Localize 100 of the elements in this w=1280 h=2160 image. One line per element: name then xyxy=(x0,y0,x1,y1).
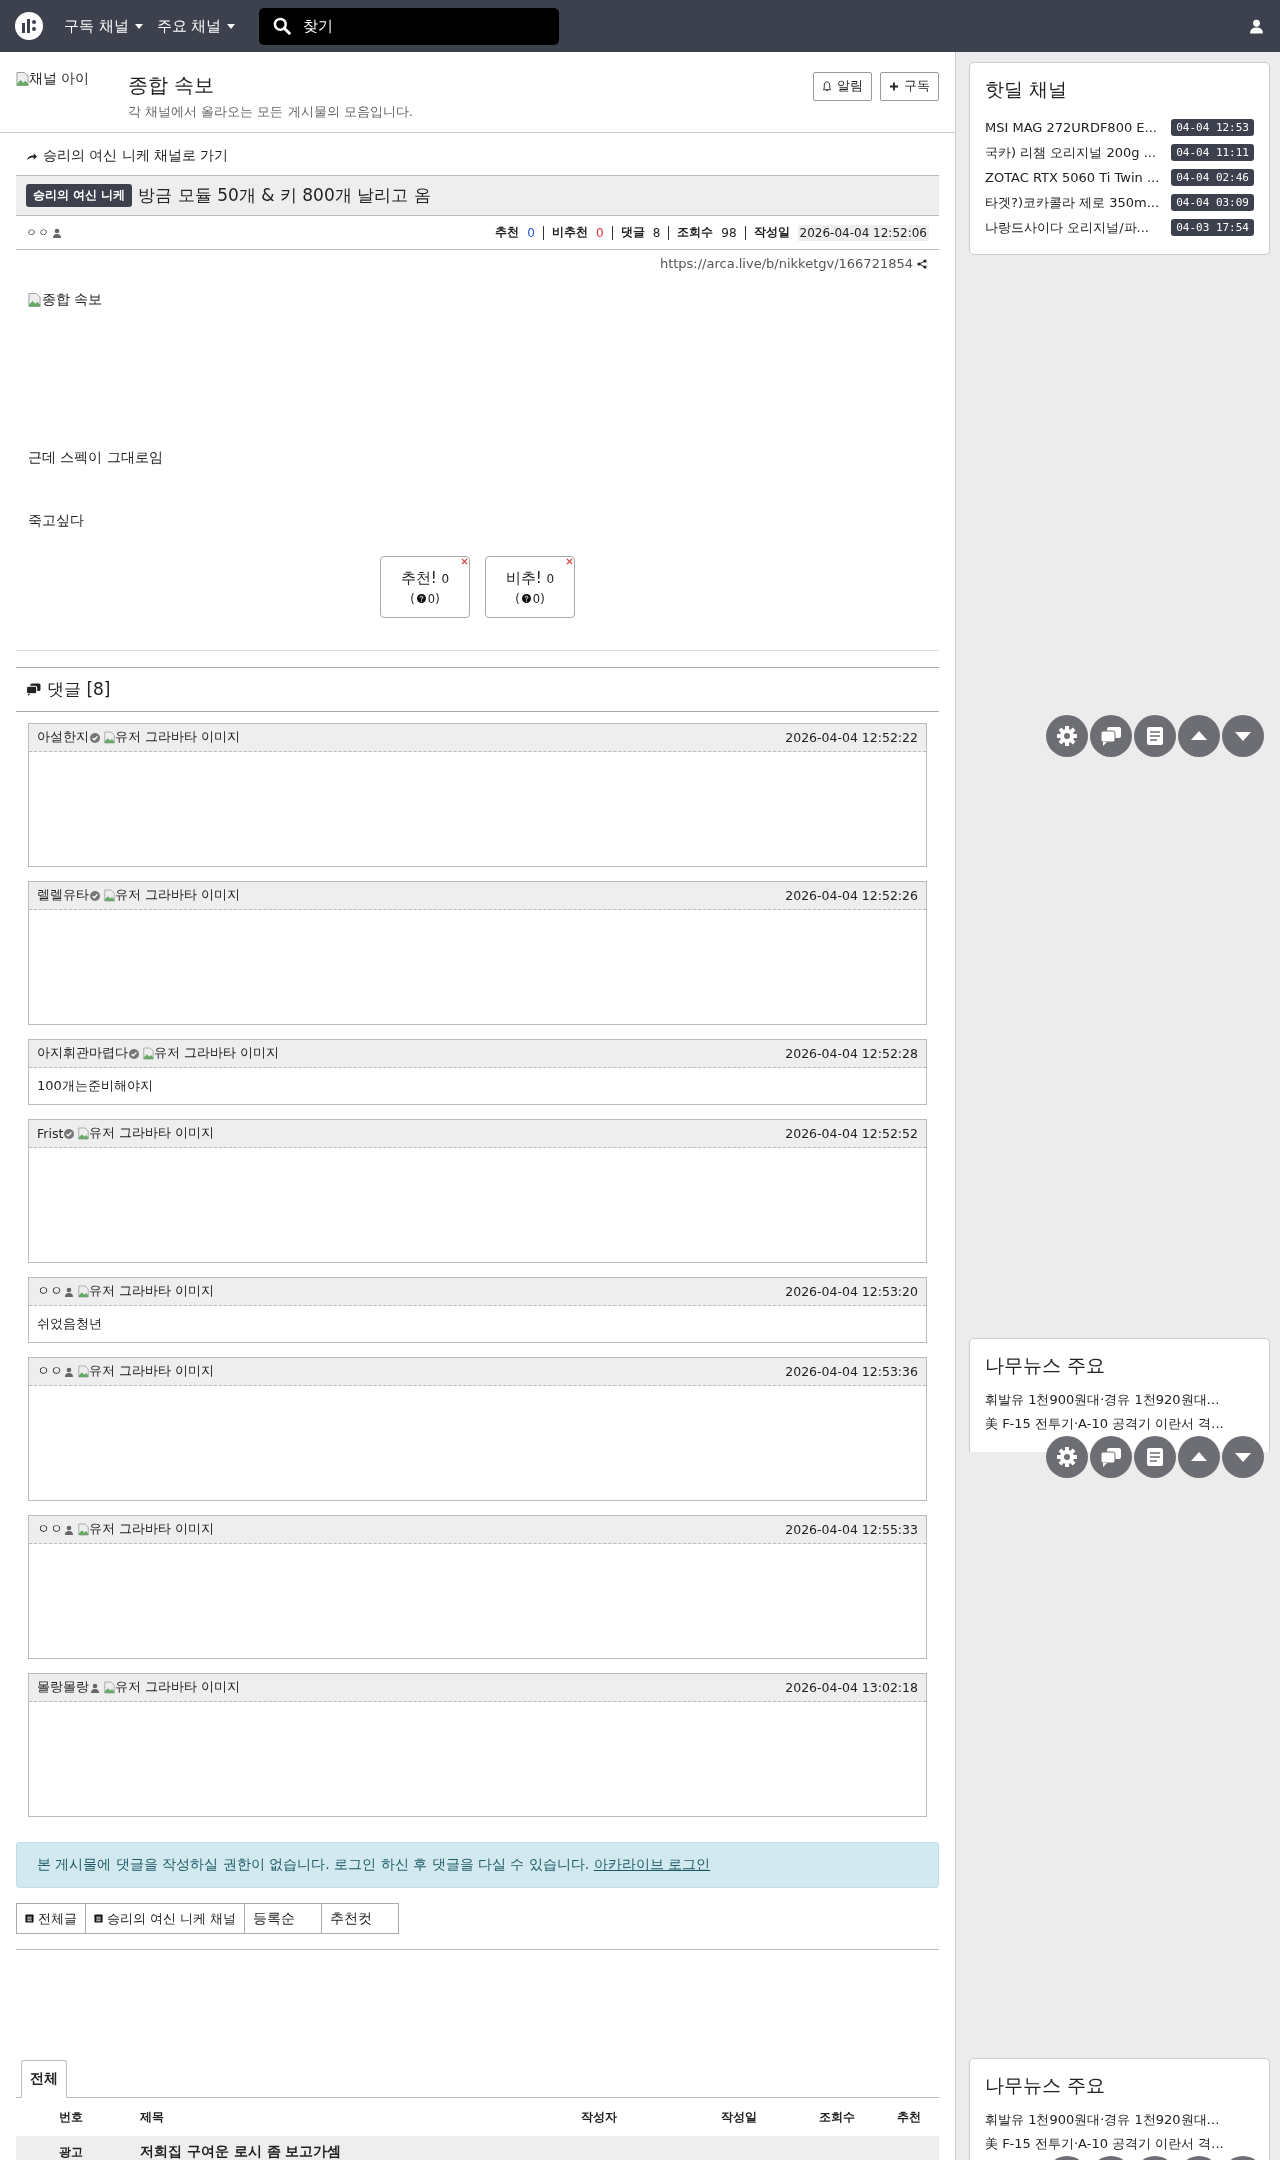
comment-time: 2026-04-04 12:52:28 xyxy=(785,1046,918,1061)
logo-icon[interactable] xyxy=(14,11,44,41)
post-author[interactable]: ㅇㅇ xyxy=(26,225,50,240)
time-badge: 04-04 11:11 xyxy=(1171,144,1254,161)
comment-author[interactable]: ㅇㅇ xyxy=(37,1521,63,1538)
image-alt-text: 종합 속보 xyxy=(42,291,103,309)
time-badge: 04-03 17:54 xyxy=(1171,219,1254,236)
comment-author[interactable]: ㅇㅇ xyxy=(37,1283,63,1300)
channel-title: 종합 속보 xyxy=(128,72,216,99)
post-paragraph: 근데 스펙이 그대로임 xyxy=(28,449,164,467)
column-header: 제목 xyxy=(139,2108,165,2126)
column-header: 작성일 xyxy=(720,2108,758,2126)
plus-icon xyxy=(889,81,899,92)
broken-image-icon xyxy=(104,731,115,744)
scroll-down-icon[interactable] xyxy=(1222,715,1264,757)
time-badge: 04-04 12:53 xyxy=(1171,119,1254,136)
widget-title: 핫딜 채널 xyxy=(985,77,1069,102)
stat-label: 추천 xyxy=(495,224,520,241)
scroll-up-icon[interactable] xyxy=(1178,715,1220,757)
stat-value: 0 xyxy=(527,225,535,240)
table-cell-text: 광고 xyxy=(58,2143,84,2160)
avatar-alt-text: 유저 그라바타 이미지 xyxy=(89,1283,214,1300)
widget-title: 나무뉴스 주요 xyxy=(985,2073,1107,2098)
comments-icon[interactable] xyxy=(1090,1436,1132,1478)
post-url[interactable]: https://arca.live/b/nikketgv/166721854 xyxy=(659,256,913,271)
comment-author[interactable]: 몰랑몰랑 xyxy=(37,1679,89,1696)
question-icon xyxy=(521,594,531,603)
table-row[interactable]: 광고 저희집 구여운 로시 좀 보고가셈 xyxy=(16,2136,939,2160)
alert-button[interactable]: 알림 xyxy=(813,72,872,101)
person-icon xyxy=(64,1286,74,1297)
comment-time: 2026-04-04 13:02:18 xyxy=(785,1680,918,1695)
deal-link[interactable]: 타겟?)코카콜라 제로 350m... xyxy=(985,193,1160,212)
search-input[interactable]: 찾기 xyxy=(301,17,526,35)
widget-title: 나무뉴스 주요 xyxy=(985,1353,1107,1378)
avatar-alt-text: 유저 그라바타 이미지 xyxy=(89,1363,214,1380)
list-icon[interactable] xyxy=(1134,715,1176,757)
comment-author[interactable]: 아지휘관마렵다 xyxy=(37,1045,128,1062)
nav-menu[interactable]: 구독 채널 xyxy=(64,16,143,36)
comment-time: 2026-04-04 12:53:20 xyxy=(785,1284,918,1299)
user-icon[interactable] xyxy=(1249,18,1264,34)
channel-description: 각 채널에서 올라오는 모든 게시물의 모음입니다. xyxy=(128,103,414,121)
close-icon[interactable] xyxy=(566,558,573,565)
avatar-alt-text: 유저 그라바타 이미지 xyxy=(89,1125,215,1142)
stat-value: 8 xyxy=(652,225,661,240)
subscribe-button[interactable]: 구독 xyxy=(880,72,939,101)
column-header: 조회수 xyxy=(817,2108,856,2126)
news-link[interactable]: 휘발유 1천900원대·경유 1천920원대… xyxy=(985,1391,1254,1415)
avatar-alt-text: 유저 그라바타 이미지 xyxy=(115,887,240,904)
settings-icon[interactable] xyxy=(1046,1436,1088,1478)
scroll-up-icon[interactable] xyxy=(1178,1436,1220,1478)
list-tab[interactable]: 전체글 xyxy=(16,1903,86,1934)
comment-author[interactable]: 렐렐유타 xyxy=(37,887,89,904)
document-icon xyxy=(94,1914,103,1923)
comments-title: 댓글 [8] xyxy=(47,678,111,701)
list-tab[interactable]: 등록순 xyxy=(244,1903,323,1934)
login-notice: 본 게시물에 댓글을 작성하실 권한이 없습니다. 로그인 하신 후 댓글을 다실 수 있습니다. 아카라이브 로그인 xyxy=(16,1842,939,1888)
close-icon[interactable] xyxy=(461,558,468,565)
comment-author[interactable]: ㅇㅇ xyxy=(37,1363,63,1380)
comment-time: 2026-04-04 12:53:36 xyxy=(785,1364,918,1379)
deal-link[interactable]: 나랑드사이다 오리지널/파... xyxy=(985,218,1149,237)
comment-time: 2026-04-04 12:52:26 xyxy=(785,888,918,903)
channel-link[interactable]: 승리의 여신 니케 채널로 가기 xyxy=(16,133,239,175)
scroll-down-icon[interactable] xyxy=(1222,1436,1264,1478)
login-link[interactable]: 아카라이브 로그인 xyxy=(593,1856,711,1872)
broken-image-icon xyxy=(143,1047,154,1060)
comment-author[interactable]: 아설한지 xyxy=(37,729,89,746)
comments-icon[interactable] xyxy=(1090,715,1132,757)
deal-link[interactable]: ZOTAC RTX 5060 Ti Twin ... xyxy=(985,170,1160,185)
comment-text: 100개는준비해야지 xyxy=(37,1077,153,1095)
column-header: 작성자 xyxy=(580,2108,618,2126)
news-link[interactable]: 휘발유 1천900원대·경유 1천920원대… xyxy=(985,2111,1254,2135)
upvote-button[interactable]: 추천! 0 ( 0) xyxy=(380,556,470,618)
post-link[interactable]: 저희집 구여운 로시 좀 보고가셈 xyxy=(126,2143,514,2160)
stat-label: 댓글 xyxy=(620,224,645,241)
search-field[interactable]: 찾기 xyxy=(259,7,560,45)
broken-image-icon xyxy=(28,292,41,308)
downvote-button[interactable]: 비추! 0 ( 0) xyxy=(485,556,575,618)
deal-link[interactable]: 국카) 리챔 오리지널 200g ... xyxy=(985,143,1157,162)
news-link[interactable]: 美 F-15 전투기·A-10 공격기 이란서 격... xyxy=(985,1415,1254,1439)
comment-time: 2026-04-04 12:52:52 xyxy=(785,1126,918,1141)
check-badge-icon xyxy=(129,1048,139,1059)
bell-icon xyxy=(822,81,832,92)
broken-image-icon xyxy=(78,1365,89,1378)
list-tab[interactable]: 추천컷 xyxy=(321,1903,400,1934)
stat-value: 2026-04-04 12:52:06 xyxy=(797,224,929,241)
board-tab[interactable]: 전체 xyxy=(21,2060,67,2098)
nav-menu[interactable]: 주요 채널 xyxy=(156,16,236,36)
comment-author[interactable]: Frist xyxy=(37,1126,64,1141)
category-badge[interactable]: 승리의 여신 니케 xyxy=(26,184,133,207)
stat-value: 0 xyxy=(596,225,604,240)
broken-image-icon xyxy=(78,1523,89,1536)
news-link[interactable]: 美 F-15 전투기·A-10 공격기 이란서 격... xyxy=(985,2135,1254,2159)
list-tab[interactable]: 승리의 여신 니케 채널 xyxy=(85,1903,246,1934)
share-icon[interactable] xyxy=(917,258,927,269)
settings-icon[interactable] xyxy=(1046,715,1088,757)
comments-icon xyxy=(26,683,41,696)
list-icon[interactable] xyxy=(1134,1436,1176,1478)
deal-link[interactable]: MSI MAG 272URDF800 E... xyxy=(985,120,1157,135)
person-icon xyxy=(52,227,62,238)
broken-image-icon xyxy=(78,1127,90,1140)
